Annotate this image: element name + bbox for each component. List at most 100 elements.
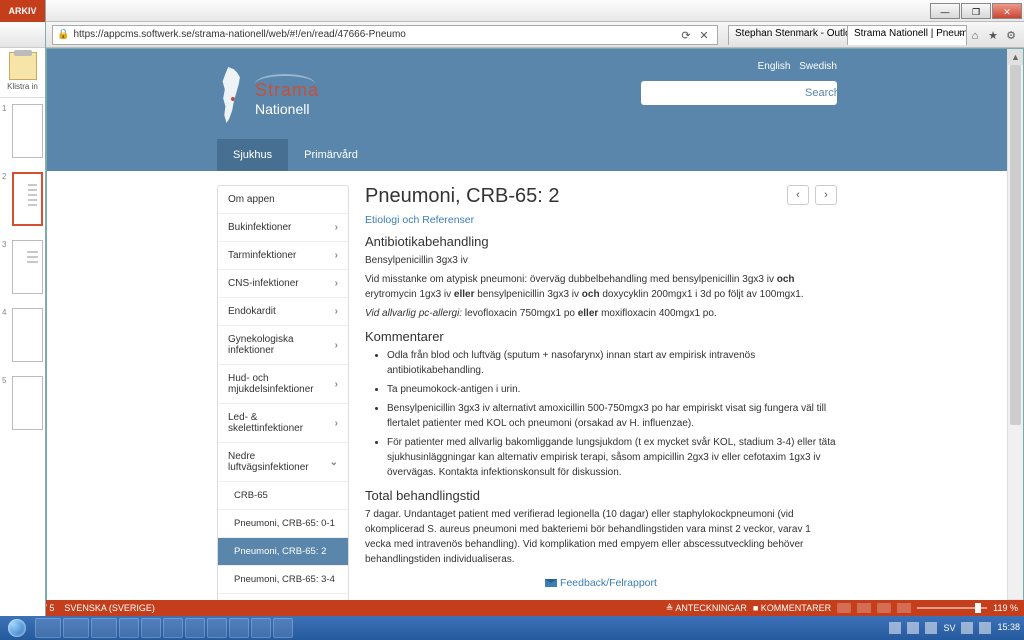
top-nav: Sjukhus Primärvård xyxy=(47,139,1007,171)
task-app5[interactable] xyxy=(251,618,271,638)
sidebar-item[interactable]: CNS-infektioner› xyxy=(218,270,348,298)
tray-language[interactable]: SV xyxy=(943,623,955,633)
pp-view-slideshow[interactable] xyxy=(897,603,911,613)
address-bar[interactable]: 🔒 https://appcms.softwerk.se/strama-nati… xyxy=(52,25,718,45)
window-restore-button[interactable]: ❐ xyxy=(961,3,991,19)
task-explorer[interactable] xyxy=(63,618,89,638)
feedback-link[interactable]: Feedback/Felrapport xyxy=(545,577,657,589)
pp-view-sorter[interactable] xyxy=(857,603,871,613)
pp-language[interactable]: SVENSKA (SVERIGE) xyxy=(64,603,155,613)
refresh-icon[interactable]: ⟳ xyxy=(677,26,695,44)
brand-line1: Strama xyxy=(255,80,319,101)
pp-notes-button[interactable]: ≜ ANTECKNINGAR xyxy=(666,603,747,614)
task-powerpoint[interactable] xyxy=(207,618,227,638)
list-item: Bensylpenicillin 3gx3 iv alternativt amo… xyxy=(387,401,837,431)
lang-english[interactable]: English xyxy=(758,61,791,72)
site-header: English Swedish Strama Nationell Search xyxy=(47,49,1007,171)
task-app1[interactable] xyxy=(119,618,139,638)
nav-sjukhus[interactable]: Sjukhus xyxy=(217,139,288,171)
heading-kommentarer: Kommentarer xyxy=(365,329,837,344)
p-total: 7 dagar. Undantaget patient med verifier… xyxy=(365,507,837,567)
tray-icon[interactable] xyxy=(907,622,919,634)
sidebar-subitem[interactable]: Pneumoni, CRB-65: 3-4 xyxy=(218,566,348,594)
tray-icon[interactable] xyxy=(889,622,901,634)
sidebar-item[interactable]: Gynekologiska infektioner› xyxy=(218,326,348,365)
pp-paste-button[interactable]: Klistra in xyxy=(0,48,45,98)
start-button[interactable] xyxy=(0,616,34,640)
tray-icon[interactable] xyxy=(925,622,937,634)
sidebar-item-label: Gynekologiska infektioner xyxy=(228,334,335,356)
sidebar-item[interactable]: Endokardit › xyxy=(218,298,348,326)
site-logo[interactable]: Strama Nationell xyxy=(217,67,319,123)
home-icon[interactable]: ⌂ xyxy=(966,26,984,44)
task-app6[interactable] xyxy=(273,618,293,638)
windows-orb-icon xyxy=(8,619,26,637)
tray-clock[interactable]: 15:38 xyxy=(997,623,1020,633)
tools-icon[interactable]: ⚙ xyxy=(1002,26,1020,44)
sidebar-item[interactable]: Tarminfektioner› xyxy=(218,242,348,270)
sidebar-item-label: Bukinfektioner xyxy=(228,222,291,233)
sweden-map-icon xyxy=(217,67,245,123)
sidebar-subitem[interactable]: Pneumoni, CRB-65: 2 xyxy=(218,538,348,566)
pp-view-reading[interactable] xyxy=(877,603,891,613)
task-app3[interactable] xyxy=(163,618,183,638)
sidebar-item[interactable]: Led- & skelettinfektioner› xyxy=(218,404,348,443)
sidebar-item[interactable]: Bukinfektioner› xyxy=(218,214,348,242)
pp-thumb-2[interactable]: 2 xyxy=(2,172,43,226)
scroll-up-icon[interactable]: ▲ xyxy=(1008,49,1023,65)
ie-scrollbar[interactable]: ▲ ▼ xyxy=(1007,49,1023,615)
pp-slide-thumbnails: 1 2 3 4 5 xyxy=(0,98,45,450)
pp-thumb-3[interactable]: 3 xyxy=(2,240,43,294)
etiologi-link[interactable]: Etiologi och Referenser xyxy=(365,214,474,226)
sidebar-subitem[interactable]: Pneumoni, CRB-65: 0-1 xyxy=(218,510,348,538)
stop-icon[interactable]: ✕ xyxy=(695,26,713,44)
chevron-icon: › xyxy=(335,250,338,261)
chevron-icon: › xyxy=(335,340,338,351)
nav-primarvard[interactable]: Primärvård xyxy=(288,139,374,171)
tray-volume-icon[interactable] xyxy=(979,622,991,634)
scroll-thumb[interactable] xyxy=(1010,65,1021,425)
powerpoint-window-sliver: ARKIV Klistra in 1 2 3 4 5 xyxy=(0,0,46,616)
article-title: Pneumoni, CRB-65: 2 xyxy=(365,185,837,208)
url-text: https://appcms.softwerk.se/strama-nation… xyxy=(73,29,677,40)
tab-close-icon[interactable]: ✕ xyxy=(956,28,964,39)
pp-file-tab[interactable]: ARKIV xyxy=(0,0,45,22)
pp-zoom-slider[interactable] xyxy=(917,607,987,609)
search-input[interactable] xyxy=(641,81,795,105)
favorites-icon[interactable]: ★ xyxy=(984,26,1002,44)
pp-thumb-5[interactable]: 5 xyxy=(2,376,43,430)
pp-view-normal[interactable] xyxy=(837,603,851,613)
window-close-button[interactable]: ✕ xyxy=(992,3,1022,19)
article: ‹ › Pneumoni, CRB-65: 2 Etiologi och Ref… xyxy=(365,185,837,615)
sidebar-item-label: Endokardit xyxy=(228,306,276,317)
task-app2[interactable] xyxy=(141,618,161,638)
chevron-icon: › xyxy=(335,278,338,289)
pp-comments-button[interactable]: ■ KOMMENTARER xyxy=(753,603,831,613)
sidebar-item[interactable]: Nedre luftvägsinfektioner⌄ xyxy=(218,443,348,482)
brand-line2: Nationell xyxy=(255,101,319,117)
tray-network-icon[interactable] xyxy=(961,622,973,634)
pp-thumb-1[interactable]: 1 xyxy=(2,104,43,158)
browser-tabs: Stephan Stenmark - Outlook ... Strama Na… xyxy=(728,25,966,45)
chevron-icon: › xyxy=(335,306,338,317)
list-item: Odla från blod och luftväg (sputum + nas… xyxy=(387,348,837,378)
tab-strama[interactable]: Strama Nationell | Pneumo...✕ xyxy=(847,25,967,45)
window-minimize-button[interactable]: — xyxy=(930,3,960,19)
pp-zoom-value: 119 % xyxy=(993,603,1018,613)
envelope-icon xyxy=(545,579,557,587)
article-next-button[interactable]: › xyxy=(815,185,837,205)
lang-swedish[interactable]: Swedish xyxy=(799,61,837,72)
task-app4[interactable] xyxy=(229,618,249,638)
search-button[interactable]: Search xyxy=(795,81,850,105)
task-ie[interactable] xyxy=(35,618,61,638)
system-tray: SV 15:38 xyxy=(889,622,1024,634)
sidebar-item[interactable]: Om appen xyxy=(218,186,348,214)
pp-thumb-4[interactable]: 4 xyxy=(2,308,43,362)
sidebar-subitem[interactable]: CRB-65 xyxy=(218,482,348,510)
language-switcher: English Swedish xyxy=(752,61,837,72)
article-prev-button[interactable]: ‹ xyxy=(787,185,809,205)
tab-outlook[interactable]: Stephan Stenmark - Outlook ... xyxy=(728,25,848,45)
sidebar-item[interactable]: Hud- och mjukdelsinfektioner› xyxy=(218,365,348,404)
task-outlook[interactable] xyxy=(91,618,117,638)
task-excel[interactable] xyxy=(185,618,205,638)
